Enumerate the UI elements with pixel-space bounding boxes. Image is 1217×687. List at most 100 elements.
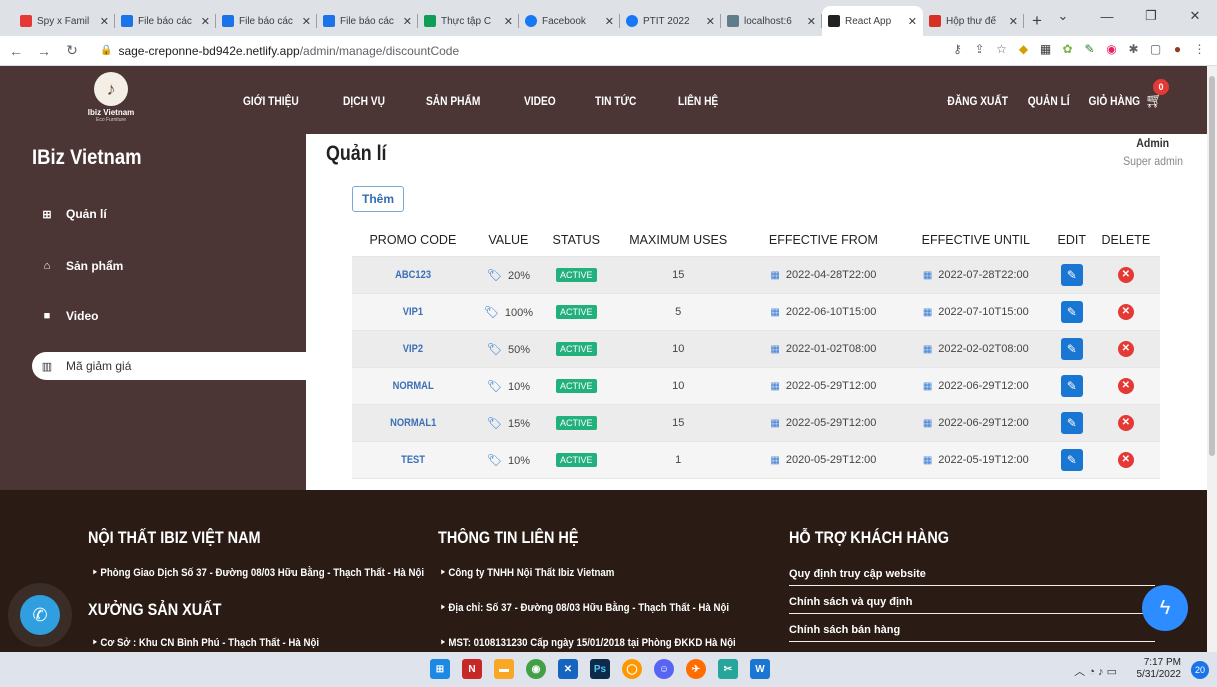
sidebar-item-video[interactable]: ■ Video	[0, 302, 306, 330]
close-icon[interactable]: ✕	[403, 15, 412, 28]
col-promo-code: PROMO CODE	[352, 224, 474, 257]
close-icon[interactable]: ✕	[605, 15, 614, 28]
close-window-icon[interactable]: ✕	[1173, 0, 1217, 32]
snip-icon[interactable]: ✂	[718, 659, 738, 679]
add-discount-button[interactable]: Thêm	[352, 186, 404, 212]
promo-code[interactable]: VIP1	[403, 306, 423, 318]
edit-button[interactable]: ✎	[1060, 300, 1083, 323]
extension-icon[interactable]: ▦	[1038, 42, 1053, 56]
call-button[interactable]: ✆	[8, 583, 72, 647]
browser-tab[interactable]: Thực tập C ✕	[418, 6, 519, 36]
word-icon[interactable]: W	[750, 659, 770, 679]
footer-link-policy[interactable]: Chính sách và quy định	[789, 596, 1155, 614]
site-logo[interactable]: ♪ Ibiz Vietnam Eco Furniture	[78, 72, 144, 123]
edit-button[interactable]: ✎	[1060, 448, 1083, 471]
nav-contact[interactable]: LIÊN HỆ	[678, 94, 718, 108]
edit-button[interactable]: ✎	[1060, 263, 1083, 286]
browser-tab[interactable]: File báo các ✕	[216, 6, 317, 36]
promo-code[interactable]: NORMAL	[392, 380, 433, 392]
extension-icon[interactable]: ✎	[1082, 42, 1097, 56]
delete-button[interactable]: ✕	[1117, 451, 1134, 468]
edit-button[interactable]: ✎	[1060, 411, 1083, 434]
star-icon[interactable]: ☆	[994, 42, 1009, 56]
forward-icon[interactable]: →	[32, 43, 56, 59]
nav-about[interactable]: GIỚI THIỆU	[243, 94, 299, 108]
close-icon[interactable]: ✕	[201, 15, 210, 28]
delete-button[interactable]: ✕	[1117, 303, 1134, 320]
browser-tab[interactable]: PTIT 2022 ✕	[620, 6, 721, 36]
page-scrollbar[interactable]	[1207, 66, 1217, 652]
logout-link[interactable]: ĐĂNG XUẤT	[947, 94, 1008, 108]
delete-button[interactable]: ✕	[1117, 266, 1134, 283]
browser-tab[interactable]: Hộp thư đế ✕	[923, 6, 1024, 36]
share-icon[interactable]: ⇪	[972, 42, 987, 56]
puzzle-icon[interactable]: ✱	[1126, 42, 1141, 56]
vscode-icon[interactable]: ✕	[558, 659, 578, 679]
close-icon[interactable]: ✕	[807, 15, 816, 28]
chrome-icon[interactable]: ◉	[526, 659, 546, 679]
close-icon[interactable]: ✕	[100, 15, 109, 28]
postman-icon[interactable]: ✈	[686, 659, 706, 679]
close-icon[interactable]: ✕	[908, 15, 917, 28]
browser-tab-active[interactable]: React App ✕	[822, 6, 923, 36]
sidebar-item-products[interactable]: ⌂ Sản phẩm	[0, 252, 306, 280]
scrollbar-thumb[interactable]	[1209, 76, 1215, 456]
back-icon[interactable]: ←	[4, 43, 28, 59]
sidebar-item-manage[interactable]: ⊞ Quản lí	[0, 200, 306, 228]
folder-icon[interactable]: ▬	[494, 659, 514, 679]
minimize-icon[interactable]: —	[1085, 0, 1129, 32]
sidebar-item-discount[interactable]: ▥ Mã giảm giá	[32, 352, 306, 380]
promo-code[interactable]: ABC123	[395, 269, 431, 281]
menu-icon[interactable]: ⋮	[1192, 42, 1207, 56]
delete-button[interactable]: ✕	[1117, 414, 1134, 431]
admin-sidebar: IBiz Vietnam ⊞ Quản lí ⌂ Sản phẩm ■ Video ▥…	[0, 134, 306, 490]
key-icon[interactable]: ⚷	[950, 42, 965, 56]
photoshop-icon[interactable]: Ps	[590, 659, 610, 679]
manage-link[interactable]: QUẢN LÍ	[1028, 94, 1070, 108]
promo-code[interactable]: VIP2	[403, 343, 423, 355]
windows-start-icon[interactable]: ⊞	[430, 659, 450, 679]
windows-taskbar: ⊞ N ▬ ◉ ✕ Ps ◯ ☺ ✈ ✂ W ︿ ◔ ♪ ▭ 7:17 PM 5…	[0, 652, 1217, 687]
nav-products[interactable]: SẢN PHẨM	[426, 94, 480, 108]
footer-link-sales-policy[interactable]: Chính sách bán hàng	[789, 624, 1155, 642]
table-row: VIP1 🏷︎ 100% ACTIVE 5 ▦ 2022-06-10T15:00 ▦…	[352, 293, 1160, 331]
app-icon[interactable]: ◯	[622, 659, 642, 679]
cart-link[interactable]: GIỎ HÀNG	[1089, 94, 1141, 108]
reload-icon[interactable]: ↻	[60, 42, 84, 59]
main-nav: GIỚI THIỆU DỊCH VỤ SẢN PHẨM VIDEO TIN TỨ…	[243, 94, 759, 108]
delete-button[interactable]: ✕	[1117, 340, 1134, 357]
close-icon[interactable]: ✕	[504, 15, 513, 28]
extension-icon[interactable]: ✿	[1060, 42, 1075, 56]
close-icon[interactable]: ✕	[1009, 15, 1018, 28]
footer-link-website-rules[interactable]: Quy định truy cập website	[789, 568, 1155, 586]
url-input[interactable]: 🔒 sage-creponne-bd942e.netlify.app/admin…	[92, 39, 952, 63]
messenger-button[interactable]: ϟ	[1142, 585, 1188, 631]
browser-tab[interactable]: localhost:6 ✕	[721, 6, 822, 36]
system-tray[interactable]: ︿ ◔ ♪ ▭	[1074, 663, 1117, 679]
facebook-icon	[525, 15, 537, 27]
browser-tab[interactable]: Facebook ✕	[519, 6, 620, 36]
nav-news[interactable]: TIN TỨC	[595, 94, 636, 108]
clock[interactable]: 7:17 PM 5/31/2022	[1137, 657, 1182, 681]
restore-icon[interactable]: ❐	[1129, 0, 1173, 32]
notification-badge[interactable]: 20	[1191, 661, 1209, 679]
browser-tab[interactable]: File báo các ✕	[317, 6, 418, 36]
edit-button[interactable]: ✎	[1060, 374, 1083, 397]
extension-icon[interactable]: ◆	[1016, 42, 1031, 56]
sidepanel-icon[interactable]: ▢	[1148, 42, 1163, 56]
browser-tab[interactable]: Spy x Famil ✕	[14, 6, 115, 36]
nav-video[interactable]: VIDEO	[524, 94, 556, 108]
close-icon[interactable]: ✕	[302, 15, 311, 28]
extension-icon[interactable]: ◉	[1104, 42, 1119, 56]
nav-services[interactable]: DỊCH VỤ	[343, 94, 385, 108]
edit-button[interactable]: ✎	[1060, 337, 1083, 360]
delete-button[interactable]: ✕	[1117, 377, 1134, 394]
promo-code[interactable]: NORMAL1	[390, 417, 436, 429]
avatar[interactable]: ●	[1170, 42, 1185, 56]
discord-icon[interactable]: ☺	[654, 659, 674, 679]
chevron-down-icon[interactable]: ⌄	[1041, 0, 1085, 32]
close-icon[interactable]: ✕	[706, 15, 715, 28]
browser-tab[interactable]: File báo các ✕	[115, 6, 216, 36]
promo-code[interactable]: TEST	[401, 454, 425, 466]
netflix-icon[interactable]: N	[462, 659, 482, 679]
